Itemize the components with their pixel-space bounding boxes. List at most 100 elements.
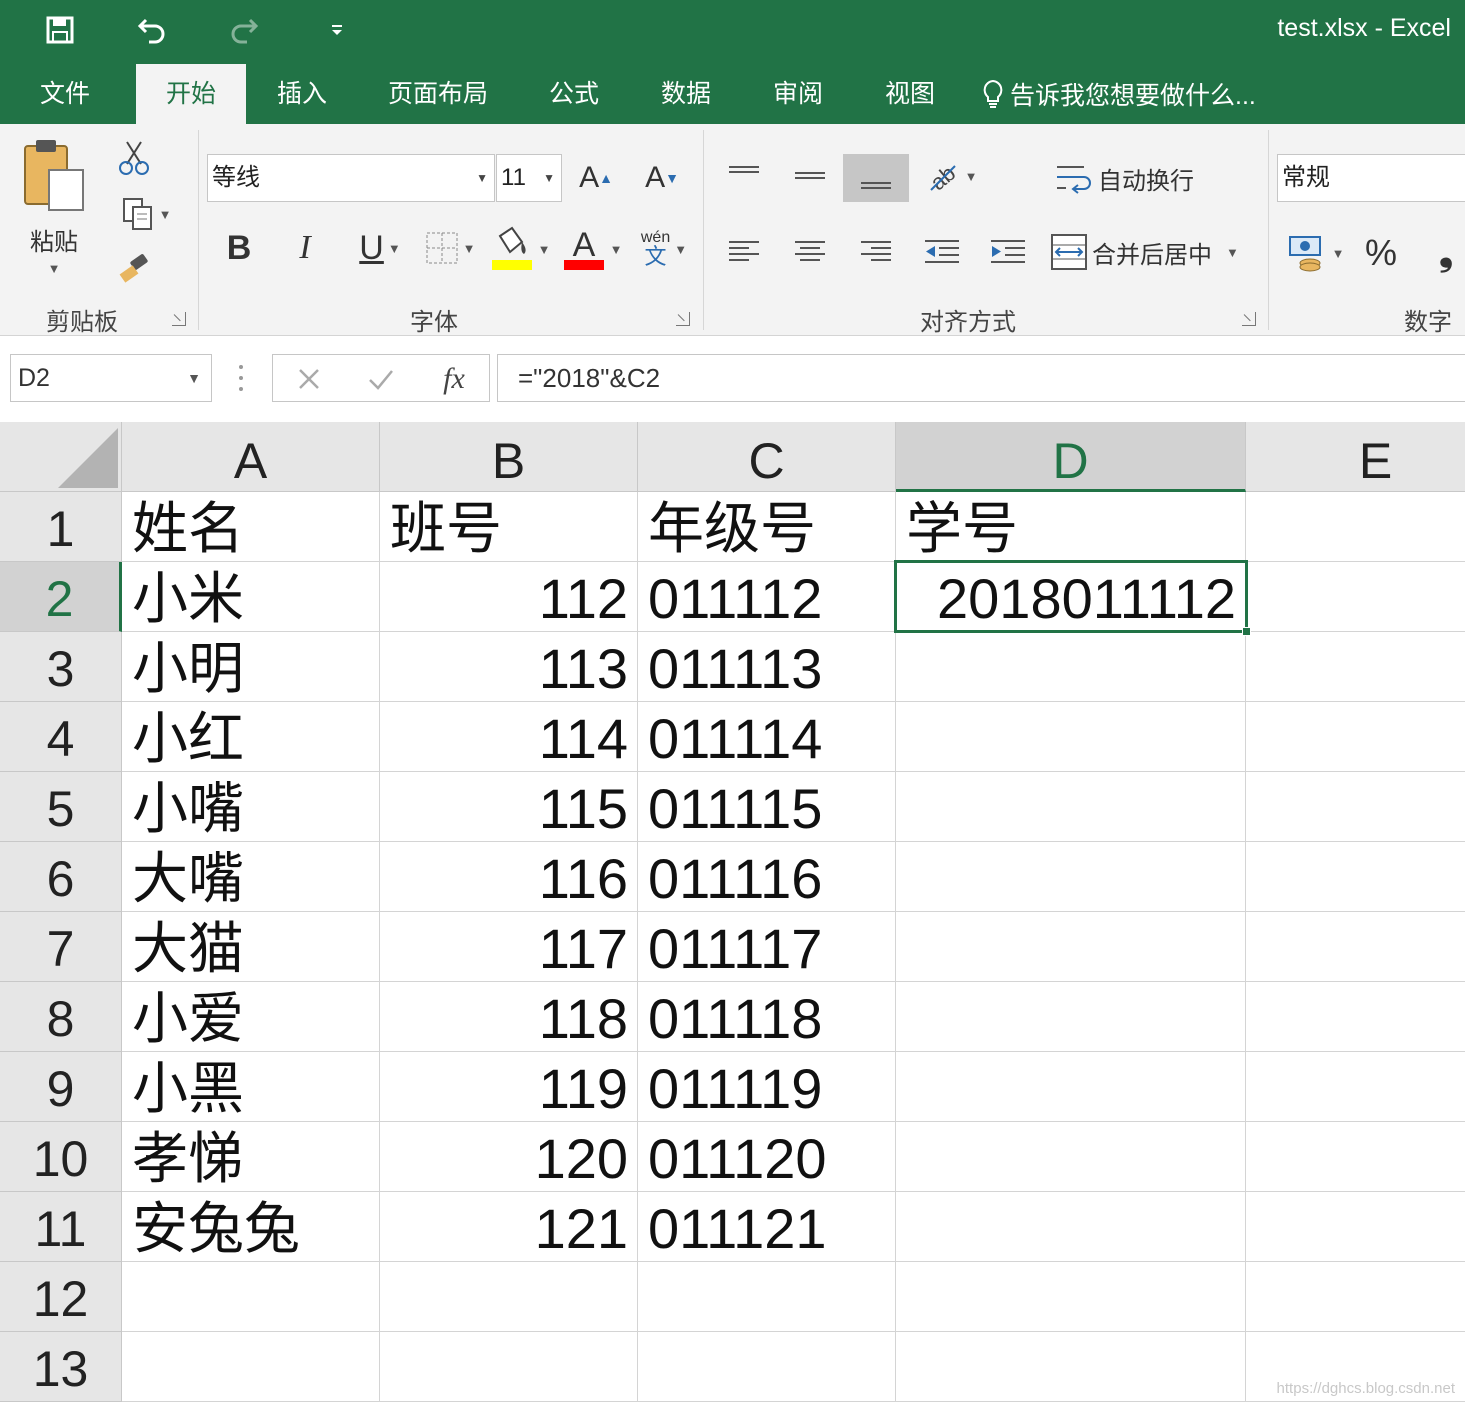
merge-center-dropdown-icon[interactable]: ▼ — [1226, 245, 1239, 260]
cell-d1[interactable]: 学号 — [896, 492, 1246, 562]
cell-a4[interactable]: 小红 — [122, 702, 380, 772]
cell-b12[interactable] — [380, 1262, 638, 1332]
cell-c1[interactable]: 年级号 — [638, 492, 896, 562]
row-header-3[interactable]: 3 — [0, 632, 122, 702]
column-header-d[interactable]: D — [896, 422, 1246, 492]
cell-c6[interactable]: 011116 — [638, 842, 896, 912]
comma-style-button[interactable]: ❟ — [1426, 228, 1465, 278]
cell-c5[interactable]: 011115 — [638, 772, 896, 842]
align-right-icon[interactable] — [852, 228, 900, 276]
cell-b5[interactable]: 115 — [380, 772, 638, 842]
cell-d7[interactable] — [896, 912, 1246, 982]
tab-home[interactable]: 开始 — [136, 64, 246, 124]
cell-a8[interactable]: 小爱 — [122, 982, 380, 1052]
row-header-4[interactable]: 4 — [0, 702, 122, 772]
cell-e7[interactable] — [1246, 912, 1465, 982]
tab-page-layout[interactable]: 页面布局 — [374, 64, 502, 124]
percent-style-button[interactable]: % — [1356, 228, 1406, 278]
italic-icon[interactable]: I — [284, 224, 326, 272]
cell-a10[interactable]: 孝悌 — [122, 1122, 380, 1192]
cell-b4[interactable]: 114 — [380, 702, 638, 772]
cell-a11[interactable]: 安兔兔 — [122, 1192, 380, 1262]
tab-file[interactable]: 文件 — [14, 64, 116, 124]
column-header-b[interactable]: B — [380, 422, 638, 492]
row-header-2[interactable]: 2 — [0, 562, 122, 632]
cell-c11[interactable]: 011121 — [638, 1192, 896, 1262]
cell-d13[interactable] — [896, 1332, 1246, 1402]
cell-d6[interactable] — [896, 842, 1246, 912]
cell-a1[interactable]: 姓名 — [122, 492, 380, 562]
cell-b7[interactable]: 117 — [380, 912, 638, 982]
orientation-icon[interactable]: ab▼ — [920, 152, 980, 200]
cell-b9[interactable]: 119 — [380, 1052, 638, 1122]
cell-d3[interactable] — [896, 632, 1246, 702]
tab-review[interactable]: 审阅 — [754, 64, 842, 124]
row-header-13[interactable]: 13 — [0, 1332, 122, 1402]
cell-e4[interactable] — [1246, 702, 1465, 772]
phonetic-guide-icon[interactable]: wén 文 ▼ — [632, 224, 696, 274]
fill-color-icon[interactable]: ▼ — [488, 224, 552, 274]
font-color-icon[interactable]: A ▼ — [560, 224, 624, 274]
cell-d4[interactable] — [896, 702, 1246, 772]
cell-a7[interactable]: 大猫 — [122, 912, 380, 982]
cell-b10[interactable]: 120 — [380, 1122, 638, 1192]
underline-icon[interactable]: U ▼ — [348, 224, 412, 272]
merge-center-button[interactable]: 合并后居中 ▼ — [1050, 228, 1250, 276]
name-box-dropdown-icon[interactable]: ▼ — [187, 355, 201, 401]
cell-c13[interactable] — [638, 1332, 896, 1402]
font-size-dropdown-icon[interactable]: ▼ — [543, 155, 555, 201]
row-header-11[interactable]: 11 — [0, 1192, 122, 1262]
select-all-button[interactable] — [0, 422, 122, 492]
save-icon[interactable] — [38, 8, 82, 52]
bold-icon[interactable]: B — [218, 224, 260, 272]
cell-a13[interactable] — [122, 1332, 380, 1402]
cell-a9[interactable]: 小黑 — [122, 1052, 380, 1122]
cell-c10[interactable]: 011120 — [638, 1122, 896, 1192]
column-header-e[interactable]: E — [1246, 422, 1465, 492]
cell-e3[interactable] — [1246, 632, 1465, 702]
borders-icon[interactable]: ▼ — [420, 224, 480, 272]
insert-function-button[interactable]: fx — [429, 359, 479, 399]
row-header-7[interactable]: 7 — [0, 912, 122, 982]
font-launcher-icon[interactable] — [676, 312, 690, 326]
cell-c7[interactable]: 011117 — [638, 912, 896, 982]
cell-c2[interactable]: 011112 — [638, 562, 896, 632]
align-left-icon[interactable] — [720, 228, 768, 276]
font-name-combo[interactable]: 等线 ▼ — [207, 154, 495, 202]
cell-b11[interactable]: 121 — [380, 1192, 638, 1262]
customize-quick-access-icon[interactable] — [322, 8, 352, 52]
column-header-a[interactable]: A — [122, 422, 380, 492]
row-header-9[interactable]: 9 — [0, 1052, 122, 1122]
cell-a12[interactable] — [122, 1262, 380, 1332]
confirm-entry-icon[interactable] — [359, 361, 403, 397]
cell-c9[interactable]: 011119 — [638, 1052, 896, 1122]
tab-data[interactable]: 数据 — [642, 64, 730, 124]
cell-b8[interactable]: 118 — [380, 982, 638, 1052]
cell-e1[interactable] — [1246, 492, 1465, 562]
row-header-12[interactable]: 12 — [0, 1262, 122, 1332]
name-box[interactable]: D2 ▼ — [10, 354, 212, 402]
paste-button[interactable]: 粘贴 ▼ — [14, 134, 94, 284]
copy-icon[interactable]: ▼ — [110, 194, 182, 234]
row-header-8[interactable]: 8 — [0, 982, 122, 1052]
tell-me-search[interactable]: 告诉我您想要做什么... — [982, 64, 1256, 124]
increase-indent-icon[interactable] — [984, 228, 1032, 276]
cell-b13[interactable] — [380, 1332, 638, 1402]
number-format-combo[interactable]: 常规 — [1277, 154, 1465, 202]
cell-b1[interactable]: 班号 — [380, 492, 638, 562]
cell-d12[interactable] — [896, 1262, 1246, 1332]
tab-view[interactable]: 视图 — [866, 64, 954, 124]
cell-e8[interactable] — [1246, 982, 1465, 1052]
cell-b2[interactable]: 112 — [380, 562, 638, 632]
accounting-format-icon[interactable]: ▼ — [1284, 228, 1348, 278]
cell-e9[interactable] — [1246, 1052, 1465, 1122]
cell-e10[interactable] — [1246, 1122, 1465, 1192]
cell-e2[interactable] — [1246, 562, 1465, 632]
formula-input[interactable]: ="2018"&C2 — [497, 354, 1465, 402]
alignment-launcher-icon[interactable] — [1242, 312, 1256, 326]
undo-icon[interactable] — [130, 8, 174, 52]
tab-insert[interactable]: 插入 — [256, 64, 348, 124]
decrease-indent-icon[interactable] — [918, 228, 966, 276]
row-header-6[interactable]: 6 — [0, 842, 122, 912]
cell-e6[interactable] — [1246, 842, 1465, 912]
